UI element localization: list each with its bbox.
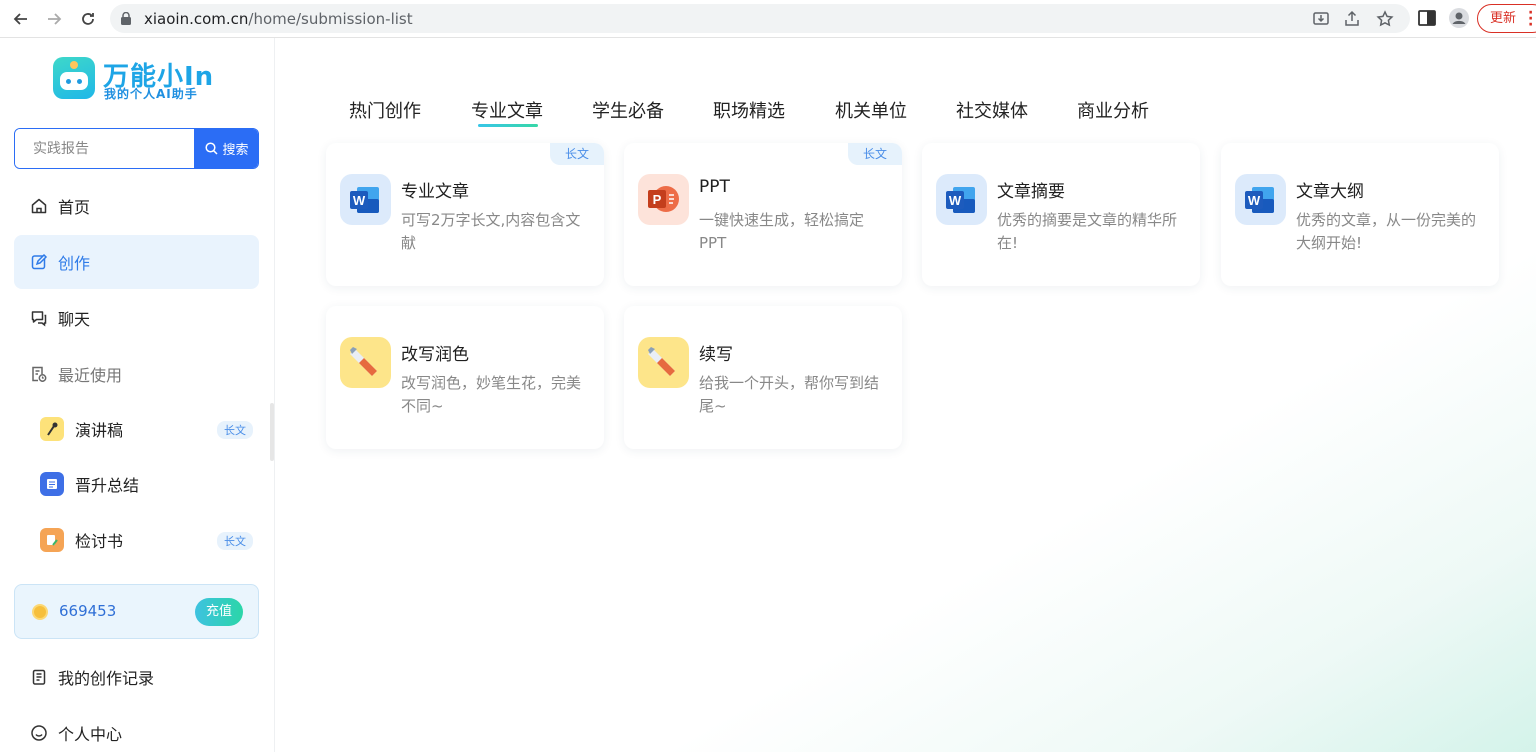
card-title: 改写润色 — [401, 345, 469, 365]
card-professional-article[interactable]: 长文 W 专业文章 可写2万字长文,内容包含文献 — [326, 143, 604, 286]
bookmark-star-icon[interactable] — [1376, 10, 1394, 28]
tab-government-units[interactable]: 机关单位 — [835, 97, 907, 123]
profile-avatar-icon[interactable] — [1448, 7, 1470, 29]
card-description: 优秀的文章，从一份完美的大纲开始! — [1296, 211, 1477, 252]
sidebar-item-label: 个人中心 — [58, 725, 123, 744]
recent-item-speech[interactable]: 演讲稿 长文 — [40, 414, 255, 444]
lock-icon[interactable] — [120, 12, 132, 25]
forward-icon[interactable] — [42, 7, 66, 31]
search-button-label: 搜索 — [222, 143, 249, 158]
search-input[interactable] — [15, 129, 195, 168]
sidebar-item-label: 我的创作记录 — [58, 669, 155, 688]
record-icon — [32, 669, 46, 685]
coin-balance: 669453 — [59, 602, 117, 620]
search-box: 搜索 — [14, 128, 259, 169]
side-panel-icon[interactable] — [1416, 7, 1438, 29]
sidebar-item-label: 创作 — [58, 254, 91, 273]
card-title: PPT — [699, 177, 730, 197]
recharge-button[interactable]: 充值 — [195, 598, 243, 626]
card-title: 文章大纲 — [1296, 182, 1364, 202]
card-description: 可写2万字长文,内容包含文献 — [401, 211, 581, 252]
user-center-icon — [31, 725, 47, 741]
search-button[interactable]: 搜索 — [194, 129, 258, 168]
card-title: 续写 — [699, 345, 733, 365]
sidebar-item-label: 首页 — [58, 198, 91, 217]
sidebar-item-home[interactable]: 首页 — [14, 179, 259, 233]
svg-text:W: W — [1248, 193, 1261, 208]
chat-icon — [31, 311, 47, 327]
card-title: 文章摘要 — [997, 182, 1065, 202]
microphone-icon — [40, 417, 64, 441]
tab-hot-creation[interactable]: 热门创作 — [349, 97, 421, 123]
sidebar-scrollbar[interactable] — [270, 403, 274, 461]
long-text-badge: 长文 — [550, 143, 604, 165]
long-text-badge: 长文 — [848, 143, 902, 165]
book-icon — [40, 472, 64, 496]
svg-text:W: W — [949, 193, 962, 208]
svg-text:P: P — [653, 192, 662, 207]
url-text[interactable]: xiaoin.com.cn/home/submission-list — [144, 10, 413, 28]
sidebar-item-label: 聊天 — [58, 310, 91, 329]
tab-professional-article[interactable]: 专业文章 — [471, 97, 543, 123]
sidebar: 万能小In 我的个人AI助手 搜索 首页 创作 聊天 最近使用 演讲稿 长文 晋… — [0, 38, 275, 752]
coin-balance-card: 669453 充值 — [14, 584, 259, 639]
ppt-icon: P — [638, 174, 689, 225]
logo-subtitle: 我的个人AI助手 — [104, 87, 198, 101]
recent-item-self-criticism[interactable]: 检讨书 长文 — [40, 525, 255, 555]
tab-social-media[interactable]: 社交媒体 — [956, 97, 1028, 123]
install-app-icon[interactable] — [1312, 10, 1330, 28]
recent-item-label: 检讨书 — [75, 532, 124, 551]
sidebar-item-creation-record[interactable]: 我的创作记录 — [14, 650, 259, 704]
long-text-badge: 长文 — [217, 421, 253, 439]
recent-icon — [32, 366, 47, 382]
home-icon — [31, 198, 47, 214]
back-icon[interactable] — [9, 7, 33, 31]
robot-logo-icon[interactable] — [53, 57, 95, 99]
sidebar-item-recent[interactable]: 最近使用 — [14, 347, 259, 401]
sidebar-item-chat[interactable]: 聊天 — [14, 291, 259, 345]
menu-dots-icon[interactable]: · · · — [1528, 6, 1533, 32]
edit-icon — [31, 253, 48, 270]
card-description: 一键快速生成，轻松搞定PPT — [699, 211, 865, 252]
main-content: 热门创作 专业文章 学生必备 职场精选 机关单位 社交媒体 商业分析 长文 W … — [276, 38, 1536, 752]
browser-toolbar: xiaoin.com.cn/home/submission-list 更新 · ·… — [0, 0, 1536, 38]
sidebar-item-create[interactable]: 创作 — [14, 235, 259, 289]
coin-icon — [32, 604, 48, 620]
pen-icon — [638, 337, 689, 388]
long-text-badge: 长文 — [217, 532, 253, 550]
reload-icon[interactable] — [76, 7, 100, 31]
address-bar[interactable]: xiaoin.com.cn/home/submission-list — [110, 4, 1410, 33]
pen-icon — [340, 337, 391, 388]
tab-workplace-picks[interactable]: 职场精选 — [713, 97, 785, 123]
share-icon[interactable] — [1343, 10, 1361, 28]
word-icon: W — [936, 174, 987, 225]
card-article-outline[interactable]: W 文章大纲 优秀的文章，从一份完美的大纲开始! — [1221, 143, 1499, 286]
word-icon: W — [340, 174, 391, 225]
card-ppt[interactable]: 长文 P PPT 一键快速生成，轻松搞定PPT — [624, 143, 902, 286]
tab-business-analysis[interactable]: 商业分析 — [1077, 97, 1149, 123]
recent-item-promotion-summary[interactable]: 晋升总结 — [40, 469, 255, 499]
recent-item-label: 晋升总结 — [75, 476, 140, 495]
card-rewrite-polish[interactable]: 改写润色 改写润色，妙笔生花，完美不同~ — [326, 306, 604, 449]
card-description: 优秀的摘要是文章的精华所在! — [997, 211, 1178, 252]
card-description: 给我一个开头，帮你写到结尾~ — [699, 374, 880, 415]
document-pen-icon — [40, 528, 64, 552]
card-title: 专业文章 — [401, 182, 469, 202]
tab-student-essentials[interactable]: 学生必备 — [592, 97, 664, 123]
search-icon — [205, 142, 219, 155]
word-icon: W — [1235, 174, 1286, 225]
card-continue-writing[interactable]: 续写 给我一个开头，帮你写到结尾~ — [624, 306, 902, 449]
sidebar-item-label: 最近使用 — [58, 366, 123, 385]
svg-text:W: W — [353, 193, 366, 208]
recent-item-label: 演讲稿 — [75, 421, 124, 440]
card-article-summary[interactable]: W 文章摘要 优秀的摘要是文章的精华所在! — [922, 143, 1200, 286]
active-tab-indicator — [478, 124, 538, 127]
card-description: 改写润色，妙笔生花，完美不同~ — [401, 374, 582, 415]
sidebar-item-personal-center[interactable]: 个人中心 — [14, 706, 259, 752]
